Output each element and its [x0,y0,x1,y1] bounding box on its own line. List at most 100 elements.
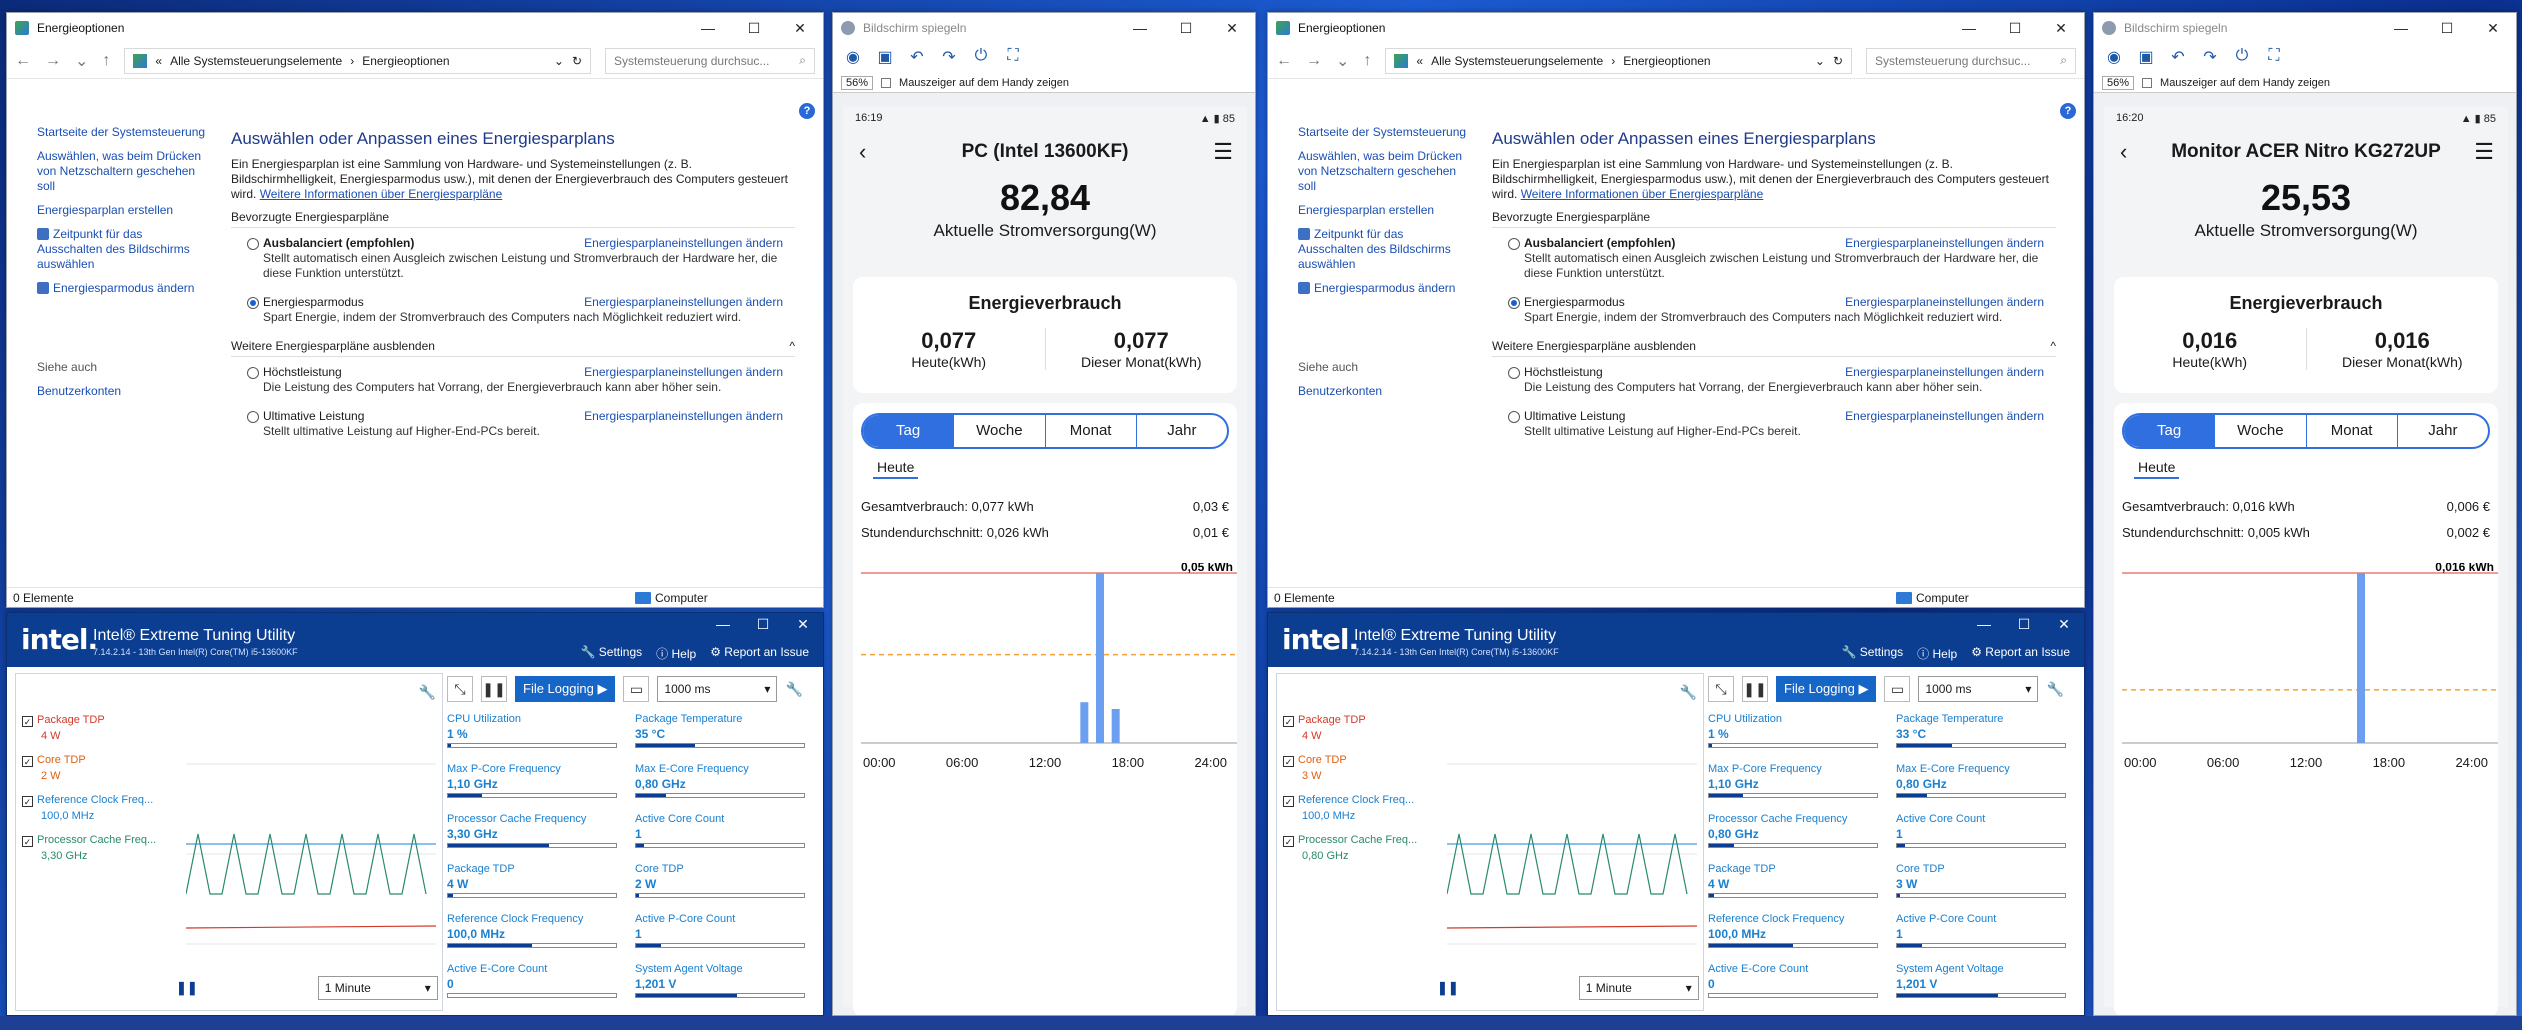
change-plan-settings-link[interactable]: Energiesparplaneinstellungen ändern [1845,365,2044,380]
graph-range-select[interactable]: 1 Minute ▾ [317,976,438,1000]
monitor-checkbox[interactable]: ✓ [22,836,33,847]
back-arrow-icon[interactable]: ← [1276,52,1292,70]
chevron-up-icon[interactable]: ^ [789,339,795,353]
chevron-up-icon[interactable]: ^ [2050,339,2056,353]
close-button[interactable]: ✕ [2470,13,2516,43]
maximize-button[interactable]: ☐ [2424,13,2470,43]
wrench-icon[interactable]: 🔧 [2046,681,2063,698]
power-plan[interactable]: Ausbalanciert (empfohlen) Energiesparplan… [1492,236,2056,281]
address-bar[interactable]: « Alle Systemsteuerungselemente › Energi… [124,47,591,74]
tab-year[interactable]: Jahr [2398,415,2488,447]
breadcrumb-current[interactable]: Energieoptionen [362,54,449,68]
subtab-today[interactable]: Heute [873,459,919,479]
sidebar-item[interactable]: Zeitpunkt für das Ausschalten des Bildsc… [37,227,207,272]
breadcrumb-root[interactable]: Alle Systemsteuerungselemente [170,54,342,68]
monitor-item[interactable]: ✓ Reference Clock Freq... 100,0 MHz [1283,792,1443,824]
rotate-left-icon[interactable]: ↶ [905,47,929,69]
sidebar-item[interactable]: Energiesparmodus ändern [1298,281,1468,296]
address-bar[interactable]: « Alle Systemsteuerungselemente › Energi… [1385,47,1852,74]
monitor-item[interactable]: ✓ Core TDP 2 W [22,752,182,784]
pause-icon[interactable]: ❚❚ [481,676,507,702]
monitor-item[interactable]: ✓ Processor Cache Freq... 0,80 GHz [1283,832,1443,864]
breadcrumb-current[interactable]: Energieoptionen [1623,54,1710,68]
wrench-icon[interactable]: 🔧 [419,684,436,701]
settings-link[interactable]: 🔧 Settings [581,645,643,662]
power-plan[interactable]: Höchstleistung Energiesparplaneinstellung… [1492,365,2056,395]
change-plan-settings-link[interactable]: Energiesparplaneinstellungen ändern [584,409,783,424]
monitor-checkbox[interactable]: ✓ [1283,796,1294,807]
minimize-button[interactable]: — [685,13,731,43]
sidebar-item[interactable]: Energiesparplan erstellen [37,203,207,218]
change-plan-settings-link[interactable]: Energiesparplaneinstellungen ändern [1845,295,2044,310]
tab-week[interactable]: Woche [2215,415,2307,447]
graph-range-select[interactable]: 1 Minute ▾ [1578,976,1699,1000]
tab-week[interactable]: Woche [954,415,1046,447]
rotate-left-icon[interactable]: ↶ [2166,47,2190,69]
more-info-link[interactable]: Weitere Informationen über Energiesparpl… [1521,187,1764,201]
tab-month[interactable]: Monat [1046,415,1137,447]
chevron-down-icon[interactable]: ⌄ [1336,51,1349,71]
mouse-checkbox[interactable] [2142,77,2153,88]
record-icon[interactable]: ◉ [2102,47,2126,69]
maximize-button[interactable]: ☐ [1163,13,1209,43]
power-plan[interactable]: Höchstleistung Energiesparplaneinstellung… [231,365,795,395]
sidebar-item[interactable]: Energiesparplan erstellen [1298,203,1468,218]
monitor-item[interactable]: ✓ Processor Cache Freq... 3,30 GHz [22,832,182,864]
tab-month[interactable]: Monat [2307,415,2398,447]
tab-day[interactable]: Tag [2124,415,2216,447]
monitor-checkbox[interactable]: ✓ [1283,756,1294,767]
minimize-button[interactable]: — [1964,613,2004,635]
pause-icon[interactable]: ❚❚ [1742,676,1768,702]
interval-select[interactable]: 1000 ms ▾ [657,676,778,702]
search-input[interactable]: Systemsteuerung durchsuc... ⌕ [1866,47,2076,74]
compact-view-icon[interactable]: ⤡ [447,676,473,702]
monitor-item[interactable]: ✓ Package TDP 4 W [22,712,182,744]
monitor-checkbox[interactable]: ✓ [1283,716,1294,727]
sidebar-item[interactable]: Auswählen, was beim Drücken von Netzscha… [1298,149,1468,194]
sidebar-item[interactable]: Auswählen, was beim Drücken von Netzscha… [37,149,207,194]
change-plan-settings-link[interactable]: Energiesparplaneinstellungen ändern [584,365,783,380]
chevron-down-icon[interactable]: ⌄ [75,51,88,71]
fullscreen-icon[interactable]: ⛶ [2262,47,2286,69]
monitor-item[interactable]: ✓ Core TDP 3 W [1283,752,1443,784]
monitor-item[interactable]: ✓ Reference Clock Freq... 100,0 MHz [22,792,182,824]
close-button[interactable]: ✕ [1209,13,1255,43]
maximize-button[interactable]: ☐ [1992,13,2038,43]
close-button[interactable]: ✕ [2038,13,2084,43]
file-logging-button[interactable]: File Logging ▶ [515,676,616,702]
power-icon[interactable]: ⏻ [2230,47,2254,69]
back-arrow-icon[interactable]: ← [15,52,31,70]
report-issue-link[interactable]: ⚙ Report an Issue [1971,645,2070,662]
maximize-button[interactable]: ☐ [743,613,783,635]
sidebar-item[interactable]: Energiesparmodus ändern [37,281,207,296]
refresh-icon[interactable]: ↻ [1833,54,1843,68]
minimize-button[interactable]: — [1946,13,1992,43]
maximize-button[interactable]: ☐ [731,13,777,43]
minimize-button[interactable]: — [2378,13,2424,43]
change-plan-settings-link[interactable]: Energiesparplaneinstellungen ändern [1845,236,2044,251]
zoom-select[interactable]: 56% [2102,75,2135,90]
pause-button[interactable]: ❚❚ [1437,980,1459,996]
record-icon[interactable]: ◉ [841,47,865,69]
help-link[interactable]: ⓘ Help [656,645,696,662]
folder-icon[interactable]: ▭ [623,676,650,702]
rotate-right-icon[interactable]: ↷ [2198,47,2222,69]
forward-arrow-icon[interactable]: → [1306,52,1322,70]
power-plan[interactable]: Ausbalanciert (empfohlen) Energiesparplan… [231,236,795,281]
more-info-link[interactable]: Weitere Informationen über Energiesparpl… [260,187,503,201]
close-button[interactable]: ✕ [2044,613,2084,635]
plan-radio[interactable] [247,238,259,250]
up-arrow-icon[interactable]: ↑ [1363,52,1371,70]
subtab-today[interactable]: Heute [2134,459,2180,479]
up-arrow-icon[interactable]: ↑ [102,52,110,70]
chevron-down-icon[interactable]: ⌄ [554,54,564,68]
rotate-right-icon[interactable]: ↷ [937,47,961,69]
group-header-more[interactable]: Weitere Energiesparpläne ausblenden ^ [231,339,795,357]
power-icon[interactable]: ⏻ [969,47,993,69]
monitor-checkbox[interactable]: ✓ [1283,836,1294,847]
chevron-down-icon[interactable]: ⌄ [1815,54,1825,68]
report-issue-link[interactable]: ⚙ Report an Issue [710,645,809,662]
wrench-icon[interactable]: 🔧 [1680,684,1697,701]
mouse-checkbox[interactable] [881,77,892,88]
user-accounts-link[interactable]: Benutzerkonten [37,384,207,399]
